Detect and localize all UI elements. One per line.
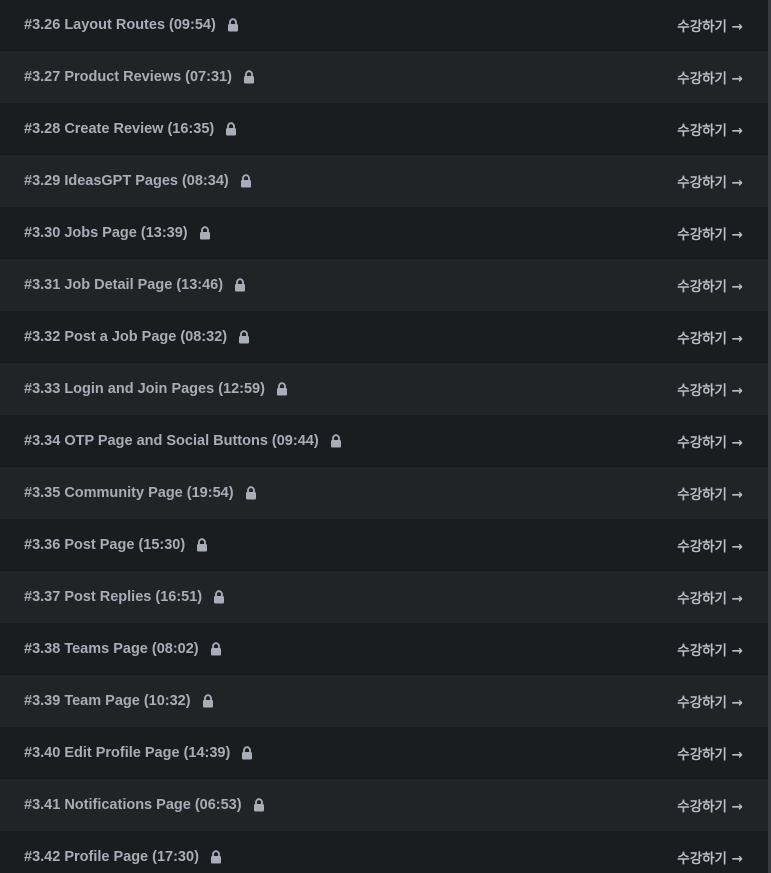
lesson-list: #3.26 Layout Routes (09:54) 수강하기 → #3.27… <box>0 0 768 873</box>
lesson-title: #3.36 Post Page (15:30) <box>24 519 208 571</box>
lesson-title: #3.42 Profile Page (17:30) <box>24 831 222 873</box>
lock-icon <box>235 278 246 292</box>
lock-icon <box>242 746 253 760</box>
lesson-title: #3.28 Create Review (16:35) <box>24 103 237 155</box>
enroll-button[interactable]: 수강하기 → <box>677 467 743 519</box>
lesson-title: #3.37 Post Replies (16:51) <box>24 571 225 623</box>
lesson-title: #3.39 Team Page (10:32) <box>24 675 214 727</box>
lock-icon <box>276 382 287 396</box>
lock-icon <box>214 590 225 604</box>
lesson-row[interactable]: #3.33 Login and Join Pages (12:59) 수강하기 … <box>0 363 768 415</box>
enroll-button[interactable]: 수강하기 → <box>677 363 743 415</box>
lesson-row[interactable]: #3.39 Team Page (10:32) 수강하기 → <box>0 675 768 727</box>
enroll-button[interactable]: 수강하기 → <box>677 623 743 675</box>
enroll-button[interactable]: 수강하기 → <box>677 571 743 623</box>
lock-icon <box>253 798 264 812</box>
lesson-row[interactable]: #3.28 Create Review (16:35) 수강하기 → <box>0 103 768 155</box>
lesson-title: #3.34 OTP Page and Social Buttons (09:44… <box>24 415 342 467</box>
lesson-title: #3.38 Teams Page (08:02) <box>24 623 222 675</box>
lesson-title: #3.30 Jobs Page (13:39) <box>24 207 211 259</box>
lock-icon <box>330 434 341 448</box>
lock-icon <box>226 122 237 136</box>
lock-icon <box>210 642 221 656</box>
enroll-button[interactable]: 수강하기 → <box>677 779 743 831</box>
lock-icon <box>245 486 256 500</box>
lesson-row[interactable]: #3.35 Community Page (19:54) 수강하기 → <box>0 467 768 519</box>
lesson-row[interactable]: #3.38 Teams Page (08:02) 수강하기 → <box>0 623 768 675</box>
lesson-title: #3.31 Job Detail Page (13:46) <box>24 259 246 311</box>
enroll-button[interactable]: 수강하기 → <box>677 831 743 873</box>
lesson-title: #3.26 Layout Routes (09:54) <box>24 0 239 51</box>
lock-icon <box>197 538 208 552</box>
lesson-title: #3.41 Notifications Page (06:53) <box>24 779 265 831</box>
lesson-title: #3.27 Product Reviews (07:31) <box>24 51 255 103</box>
enroll-button[interactable]: 수강하기 → <box>677 207 743 259</box>
lock-icon <box>199 226 210 240</box>
enroll-button[interactable]: 수강하기 → <box>677 519 743 571</box>
lesson-title: #3.40 Edit Profile Page (14:39) <box>24 727 253 779</box>
enroll-button[interactable]: 수강하기 → <box>677 259 743 311</box>
lesson-row[interactable]: #3.30 Jobs Page (13:39) 수강하기 → <box>0 207 768 259</box>
lesson-title: #3.33 Login and Join Pages (12:59) <box>24 363 288 415</box>
enroll-button[interactable]: 수강하기 → <box>677 103 743 155</box>
lesson-row[interactable]: #3.29 IdeasGPT Pages (08:34) 수강하기 → <box>0 155 768 207</box>
lesson-row[interactable]: #3.37 Post Replies (16:51) 수강하기 → <box>0 571 768 623</box>
enroll-button[interactable]: 수강하기 → <box>677 727 743 779</box>
enroll-button[interactable]: 수강하기 → <box>677 51 743 103</box>
enroll-button[interactable]: 수강하기 → <box>677 155 743 207</box>
enroll-button[interactable]: 수강하기 → <box>677 415 743 467</box>
enroll-button[interactable]: 수강하기 → <box>677 0 743 51</box>
lesson-row[interactable]: #3.27 Product Reviews (07:31) 수강하기 → <box>0 51 768 103</box>
lesson-row[interactable]: #3.26 Layout Routes (09:54) 수강하기 → <box>0 0 768 51</box>
lock-icon <box>202 694 213 708</box>
lock-icon <box>240 174 251 188</box>
lesson-row[interactable]: #3.41 Notifications Page (06:53) 수강하기 → <box>0 779 768 831</box>
lesson-title: #3.32 Post a Job Page (08:32) <box>24 311 250 363</box>
lesson-row[interactable]: #3.32 Post a Job Page (08:32) 수강하기 → <box>0 311 768 363</box>
lesson-row[interactable]: #3.36 Post Page (15:30) 수강하기 → <box>0 519 768 571</box>
lesson-row[interactable]: #3.31 Job Detail Page (13:46) 수강하기 → <box>0 259 768 311</box>
enroll-button[interactable]: 수강하기 → <box>677 311 743 363</box>
lesson-title: #3.35 Community Page (19:54) <box>24 467 257 519</box>
lesson-row[interactable]: #3.40 Edit Profile Page (14:39) 수강하기 → <box>0 727 768 779</box>
lock-icon <box>239 330 250 344</box>
lesson-row[interactable]: #3.42 Profile Page (17:30) 수강하기 → <box>0 831 768 873</box>
lock-icon <box>243 70 254 84</box>
lesson-row[interactable]: #3.34 OTP Page and Social Buttons (09:44… <box>0 415 768 467</box>
lesson-title: #3.29 IdeasGPT Pages (08:34) <box>24 155 252 207</box>
lock-icon <box>210 850 221 864</box>
enroll-button[interactable]: 수강하기 → <box>677 675 743 727</box>
lock-icon <box>227 18 238 32</box>
